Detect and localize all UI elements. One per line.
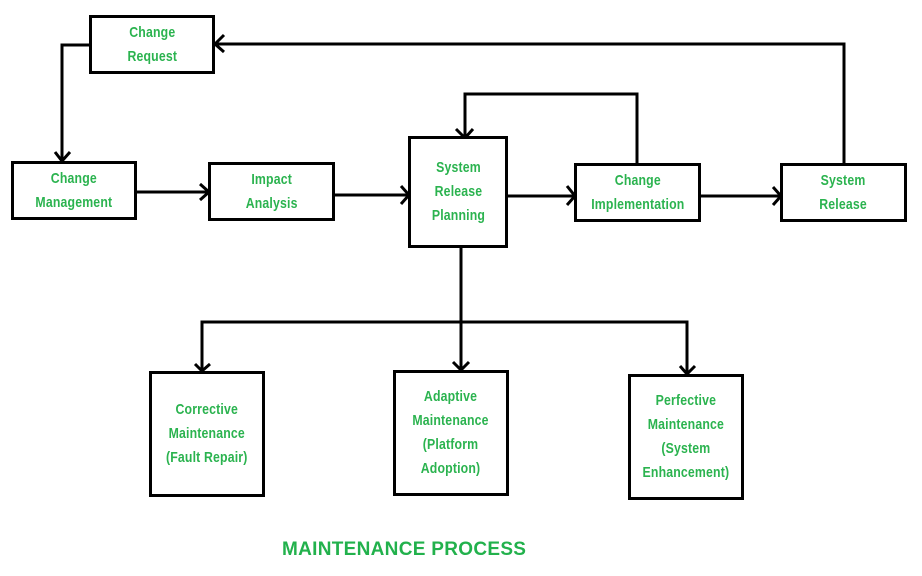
node-change-request: Change Request [89,15,215,74]
edge-system-release-to-change-request [215,42,846,164]
node-perfective-maintenance: Perfective Maintenance (System Enhanceme… [628,374,744,500]
maintenance-process-diagram: Change Request Change Management Impact … [0,0,922,576]
node-change-implementation: Change Implementation [574,163,701,222]
edge-branch-bar [200,320,689,374]
node-label: Change Management [35,169,113,211]
node-label: Adaptive Maintenance (Platform Adoption) [412,388,490,477]
node-label: System Release Planning [431,159,485,224]
node-label: Change Implementation [590,171,685,213]
node-system-release-planning: System Release Planning [408,136,508,248]
diagram-title: MAINTENANCE PROCESS [282,539,527,560]
node-system-release: System Release [780,163,907,222]
node-adaptive-maintenance: Adaptive Maintenance (Platform Adoption) [393,370,509,496]
node-label: Change Request [127,23,177,65]
node-change-management: Change Management [11,161,137,220]
node-impact-analysis: Impact Analysis [208,162,335,221]
node-label: Impact Analysis [245,170,298,212]
node-label: System Release [819,171,868,213]
node-corrective-maintenance: Corrective Maintenance (Fault Repair) [149,371,265,497]
node-label: Corrective Maintenance (Fault Repair) [166,401,248,466]
edge-change-request-to-change-management [60,43,90,160]
node-label: Perfective Maintenance (System Enhanceme… [642,392,730,481]
